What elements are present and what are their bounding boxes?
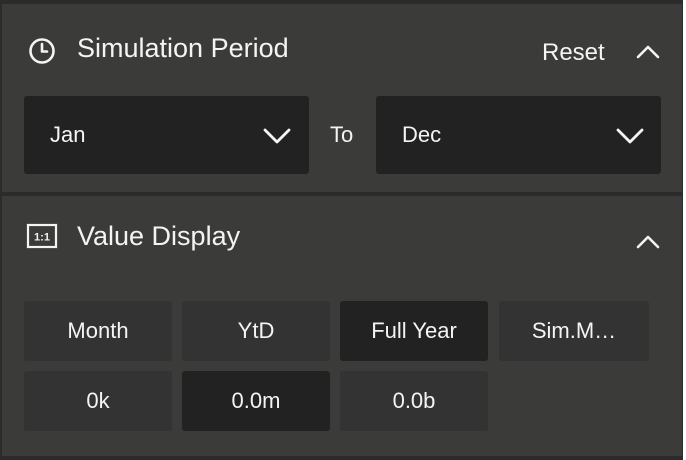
simulation-period-header[interactable]: Simulation Period Reset <box>2 4 682 94</box>
to-month-select[interactable]: Dec <box>376 96 661 174</box>
ratio-icon-text: 1:1 <box>34 232 50 244</box>
scale-option-billions[interactable]: 0.0b <box>340 371 488 431</box>
settings-frame: Simulation Period Reset Jan To Dec 1:1 V… <box>0 0 686 460</box>
scale-option-label: 0.0b <box>392 388 436 413</box>
chevron-down-icon <box>616 128 644 144</box>
period-option-label: Month <box>67 318 129 343</box>
chevron-down-icon <box>263 128 291 144</box>
scale-option-thousands[interactable]: 0k <box>24 371 172 431</box>
period-option-label: Full Year <box>371 318 457 343</box>
value-display-header[interactable]: 1:1 Value Display <box>2 196 682 286</box>
from-month-value: Jan <box>50 122 86 147</box>
period-option-sim-months[interactable]: Sim.M… <box>499 301 649 361</box>
scale-option-label: 0.0m <box>231 388 281 413</box>
scale-option-label: 0k <box>86 388 110 413</box>
period-option-month[interactable]: Month <box>24 301 172 361</box>
simulation-period-panel: Simulation Period Reset Jan To Dec <box>2 4 682 192</box>
reset-button[interactable]: Reset <box>542 38 605 68</box>
ratio-1-1-icon: 1:1 <box>26 223 58 249</box>
period-option-full-year[interactable]: Full Year <box>340 301 488 361</box>
simulation-period-title: Simulation Period <box>77 33 289 63</box>
value-display-panel: 1:1 Value Display Month YtD Full Year Si… <box>2 196 682 456</box>
period-option-ytd[interactable]: YtD <box>182 301 330 361</box>
to-label: To <box>330 122 354 147</box>
period-option-label: YtD <box>237 318 275 343</box>
scale-option-millions[interactable]: 0.0m <box>182 371 330 431</box>
period-option-label: Sim.M… <box>531 318 617 343</box>
chevron-up-icon[interactable] <box>634 42 662 62</box>
chevron-up-icon[interactable] <box>634 232 662 252</box>
from-month-select[interactable]: Jan <box>24 96 309 174</box>
clock-icon <box>29 38 55 64</box>
to-month-value: Dec <box>402 122 442 147</box>
value-display-title: Value Display <box>77 221 241 251</box>
